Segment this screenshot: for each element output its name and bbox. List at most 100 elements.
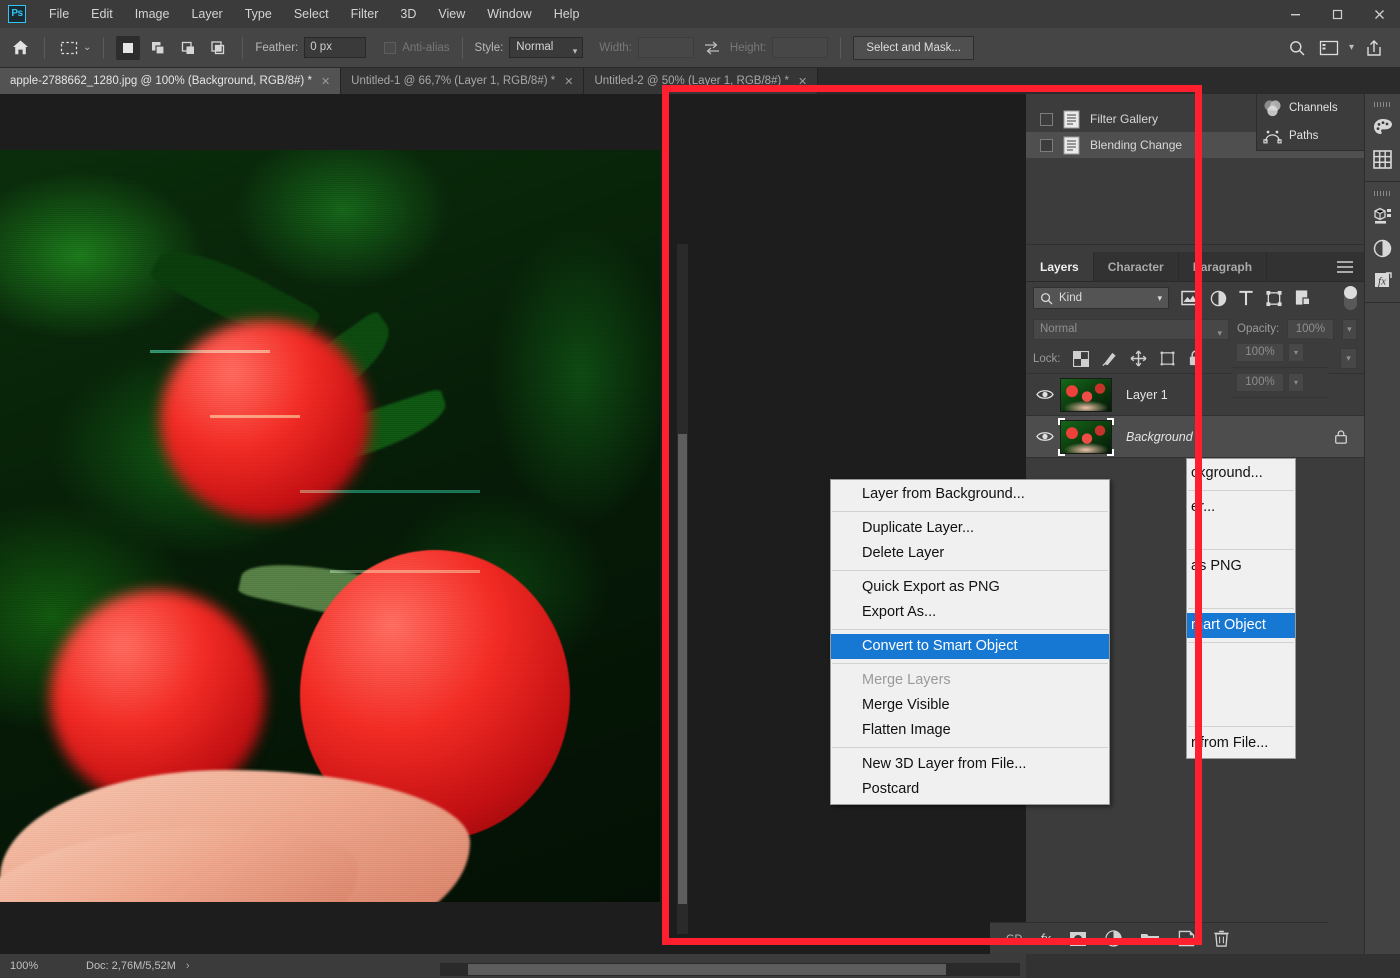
3d-panel-icon[interactable] — [1368, 201, 1398, 231]
layer-visibility-eye-icon[interactable] — [1032, 388, 1058, 401]
layer-thumbnail[interactable] — [1060, 420, 1112, 454]
history-snapshot-checkbox[interactable] — [1040, 139, 1053, 152]
home-icon[interactable] — [8, 36, 32, 60]
pixel-layer-filter-icon[interactable] — [1181, 290, 1199, 306]
swap-arrows-icon[interactable] — [700, 36, 724, 60]
menu-item-3d[interactable]: 3D — [389, 3, 427, 25]
canvas-horizontal-scrollbar[interactable] — [440, 963, 1020, 976]
intersect-selection-button[interactable] — [206, 36, 230, 60]
new-layer-icon[interactable] — [1178, 930, 1195, 947]
workspace-icon[interactable] — [1317, 36, 1341, 60]
document-tab-2[interactable]: Untitled-2 @ 50% (Layer 1, RGB/8#) * ✕ — [584, 68, 818, 94]
close-icon[interactable]: ✕ — [564, 75, 573, 88]
add-layer-mask-icon[interactable] — [1069, 931, 1087, 947]
tab-layers[interactable]: Layers — [1026, 252, 1094, 281]
chevron-down-icon[interactable]: ⌄ — [83, 42, 91, 53]
link-layers-icon[interactable]: GD — [1006, 933, 1023, 945]
menu-item-select[interactable]: Select — [283, 3, 340, 25]
rectangular-marquee-icon[interactable] — [57, 36, 81, 60]
document-tab-1[interactable]: Untitled-1 @ 66,7% (Layer 1, RGB/8#) * ✕ — [341, 68, 584, 94]
blend-mode-select[interactable]: Normal ▾ — [1033, 319, 1229, 340]
chevron-down-icon[interactable]: ▾ — [1349, 42, 1354, 53]
menu-item-type[interactable]: Type — [234, 3, 283, 25]
search-icon[interactable] — [1285, 36, 1309, 60]
context-menu-item-export-as[interactable]: Export As... — [831, 600, 1109, 625]
lock-artboard-nesting-icon[interactable] — [1159, 350, 1176, 367]
maximize-button[interactable] — [1316, 0, 1358, 28]
minimize-button[interactable] — [1274, 0, 1316, 28]
type-layer-filter-icon[interactable] — [1238, 290, 1254, 307]
share-icon[interactable] — [1362, 36, 1386, 60]
history-snapshot-checkbox[interactable] — [1040, 113, 1053, 126]
subtract-from-selection-button[interactable] — [176, 36, 200, 60]
scrollbar-thumb[interactable] — [678, 434, 687, 904]
layer-styles-fx-icon[interactable]: fx — [1368, 265, 1398, 295]
lock-position-icon[interactable] — [1130, 350, 1147, 367]
swatches-icon[interactable] — [1368, 112, 1398, 142]
menu-item-help[interactable]: Help — [543, 3, 591, 25]
canvas-image-apple-photo[interactable] — [0, 150, 660, 902]
flyout-item-channels[interactable]: Channels — [1257, 94, 1364, 122]
select-and-mask-button[interactable]: Select and Mask... — [853, 36, 974, 60]
close-icon[interactable]: ✕ — [798, 75, 807, 88]
context-menu-item-quick-export-as-png[interactable]: Quick Export as PNG — [831, 575, 1109, 600]
shape-layer-filter-icon[interactable] — [1265, 290, 1283, 307]
menu-item-image[interactable]: Image — [124, 3, 181, 25]
zoom-level-field[interactable]: 100% — [0, 960, 78, 972]
new-fill-adjustment-layer-icon[interactable] — [1105, 930, 1122, 947]
checkbox-box[interactable] — [384, 42, 396, 54]
scrollbar-thumb[interactable] — [468, 964, 946, 975]
anti-alias-checkbox[interactable]: Anti-alias — [384, 42, 449, 54]
menu-item-edit[interactable]: Edit — [80, 3, 124, 25]
menu-item-filter[interactable]: Filter — [340, 3, 390, 25]
opacity-stepper[interactable]: ▾ — [1342, 319, 1357, 340]
width-input[interactable] — [638, 37, 694, 58]
context-menu-item-flatten-image[interactable]: Flatten Image — [831, 718, 1109, 743]
menu-item-layer[interactable]: Layer — [180, 3, 233, 25]
lock-all-icon[interactable] — [1188, 350, 1203, 367]
new-group-icon[interactable] — [1140, 931, 1160, 946]
adjustments-icon[interactable] — [1368, 233, 1398, 263]
fill-stepper[interactable]: ▾ — [1340, 348, 1357, 369]
hamburger-menu-icon[interactable] — [1326, 252, 1364, 281]
new-selection-button[interactable] — [116, 36, 140, 60]
context-menu-item-duplicate-layer[interactable]: Duplicate Layer... — [831, 516, 1109, 541]
status-expand-arrow-icon[interactable]: › — [176, 960, 200, 972]
lock-transparent-pixels-icon[interactable] — [1073, 351, 1089, 367]
layer-thumbnail[interactable] — [1060, 378, 1112, 412]
layer-kind-filter-select[interactable]: Kind ▾ — [1033, 287, 1169, 309]
add-to-selection-button[interactable] — [146, 36, 170, 60]
flyout-item-paths[interactable]: Paths — [1257, 122, 1364, 150]
panel-grip[interactable] — [1374, 102, 1392, 107]
adjustment-layer-filter-icon[interactable] — [1210, 290, 1227, 307]
layer-name-label[interactable]: Background — [1126, 430, 1193, 444]
lock-image-pixels-icon[interactable] — [1101, 350, 1118, 367]
menu-item-window[interactable]: Window — [476, 3, 542, 25]
delete-layer-icon[interactable] — [1213, 929, 1230, 948]
layer-visibility-eye-icon[interactable] — [1032, 430, 1058, 443]
menu-item-view[interactable]: View — [427, 3, 476, 25]
close-button[interactable] — [1358, 0, 1400, 28]
layer-filter-toggle[interactable] — [1344, 286, 1357, 310]
tab-paragraph[interactable]: Paragraph — [1179, 252, 1267, 281]
canvas-vertical-scrollbar[interactable] — [677, 244, 688, 934]
tab-character[interactable]: Character — [1094, 252, 1179, 281]
smart-object-filter-icon[interactable] — [1294, 289, 1311, 307]
context-menu-item-merge-visible[interactable]: Merge Visible — [831, 693, 1109, 718]
feather-input[interactable]: 0 px — [304, 37, 366, 58]
document-tab-0[interactable]: apple-2788662_1280.jpg @ 100% (Backgroun… — [0, 68, 341, 94]
opacity-input[interactable]: 100% — [1287, 319, 1333, 340]
layer-style-fx-icon[interactable]: fx — [1041, 931, 1051, 946]
height-input[interactable] — [772, 37, 828, 58]
context-menu-item-postcard[interactable]: Postcard — [831, 777, 1109, 802]
context-menu-item-delete-layer[interactable]: Delete Layer — [831, 541, 1109, 566]
panel-grip[interactable] — [1374, 191, 1392, 196]
style-select[interactable]: Normal ▾ — [509, 37, 583, 58]
tool-picker[interactable]: ⌄ — [57, 36, 91, 60]
context-menu-item-layer-from-background[interactable]: Layer from Background... — [831, 482, 1109, 507]
layer-name-label[interactable]: Layer 1 — [1126, 388, 1168, 402]
context-menu-item-convert-to-smart-object[interactable]: Convert to Smart Object — [831, 634, 1109, 659]
close-icon[interactable]: ✕ — [321, 75, 330, 88]
context-menu-item-new-3d-layer-from-file[interactable]: New 3D Layer from File... — [831, 752, 1109, 777]
menu-item-file[interactable]: File — [38, 3, 80, 25]
